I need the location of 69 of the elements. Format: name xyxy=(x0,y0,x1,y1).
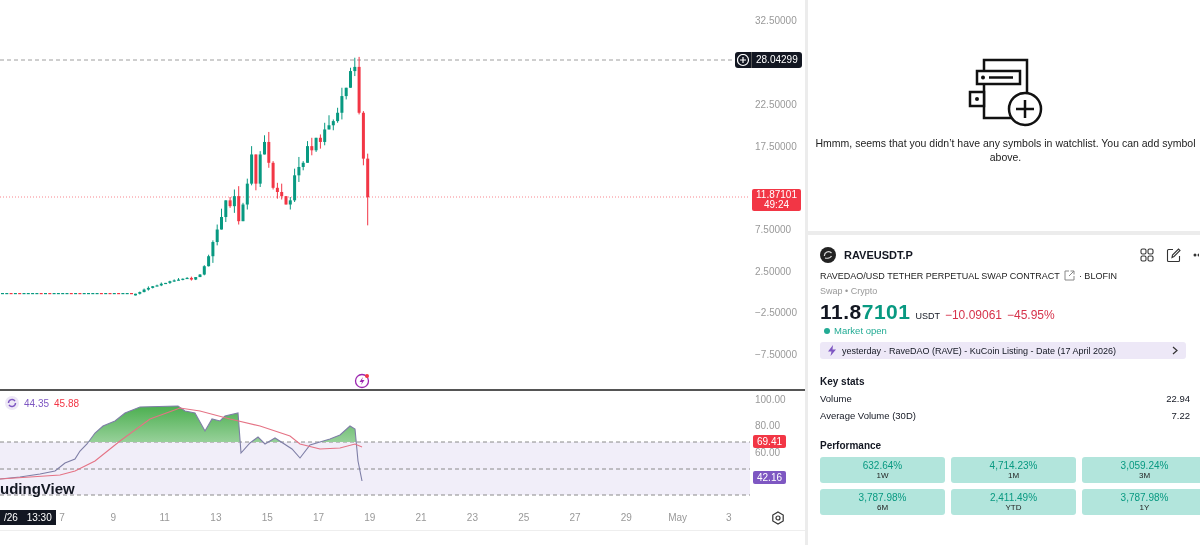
date-label: /26 13:30 xyxy=(0,510,56,525)
last-price-label: 11.87101 xyxy=(756,190,797,200)
axis-label: 32.50000 xyxy=(755,15,797,26)
axis-label: 7 xyxy=(58,512,66,523)
countdown-label: 49:24 xyxy=(764,200,789,210)
stat-value: 22.94 xyxy=(1166,393,1190,404)
axis-label: 3 xyxy=(725,512,733,523)
axis-label: 17.50000 xyxy=(755,141,797,152)
performance-period: YTD xyxy=(1005,503,1022,512)
axis-label: 100.00 xyxy=(755,394,786,405)
symbol-description: RAVEDAO/USD TETHER PERPETUAL SWAP CONTRACT xyxy=(820,270,1060,281)
performance-period: 3M xyxy=(1138,471,1151,480)
chart-logo-text: udingView xyxy=(0,480,75,497)
performance-value: 3,787.98% xyxy=(1120,492,1169,503)
symbol-ticker: RAVEUSDT.P xyxy=(844,249,913,261)
section-title: Key stats xyxy=(820,376,866,387)
axis-label: 60.00 xyxy=(755,447,781,458)
stat-label: Average Volume (30D) xyxy=(820,410,916,421)
percent-change: −45.95% xyxy=(1007,308,1055,322)
performance-period: 1W xyxy=(876,471,889,480)
news-headline: yesterday · RaveDAO (RAVE) - KuCoin Listing - Date (17 April 2026) xyxy=(842,345,1116,356)
currency-label: USDT xyxy=(915,311,940,321)
axis-label: 25 xyxy=(517,512,531,523)
symbol-category: Swap • Crypto xyxy=(820,286,879,296)
performance-period: 6M xyxy=(876,503,889,512)
indicator-value: 44.35 xyxy=(24,397,50,409)
axis-label: 9 xyxy=(109,512,118,523)
indicator-label: 69.41 xyxy=(753,435,787,448)
performance-card[interactable]: 2,411.49% YTD xyxy=(951,489,1076,515)
performance-value: 2,411.49% xyxy=(989,492,1038,503)
indicator-label: 42.16 xyxy=(753,471,787,484)
performance-value: 3,787.98% xyxy=(858,492,907,503)
performance-period: 1Y xyxy=(1139,503,1150,512)
axis-label: 23 xyxy=(465,512,479,523)
performance-period: 1M xyxy=(1007,471,1020,480)
performance-value: 632.64% xyxy=(862,460,903,471)
axis-label: 11 xyxy=(158,512,171,523)
axis-label: 17 xyxy=(311,512,326,523)
axis-label: 7.50000 xyxy=(755,224,792,235)
stat-label: Volume xyxy=(820,393,852,404)
axis-label: May xyxy=(667,512,688,523)
indicator-value: 45.88 xyxy=(54,397,80,409)
last-price: 11.87101 xyxy=(820,300,911,324)
price-change: −10.09061 xyxy=(944,308,1002,322)
performance-card[interactable]: 3,059.24% 3M xyxy=(1082,457,1200,483)
empty-message: Hmmm, seems that you didn’t have any symbols in watchlist. You can add symbol above. xyxy=(814,136,1197,164)
axis-label: 22.50000 xyxy=(755,99,797,110)
axis-label: −2.50000 xyxy=(755,307,797,318)
performance-value: 3,059.24% xyxy=(1120,460,1169,471)
price-label: 28.04299 xyxy=(752,52,802,68)
axis-label: 27 xyxy=(568,512,582,523)
performance-card[interactable]: 4,714.23% 1M xyxy=(951,457,1076,483)
axis-label: 19 xyxy=(363,512,377,523)
news-banner[interactable]: yesterday · RaveDAO (RAVE) - KuCoin Listing - Date (17 April 2026) xyxy=(820,342,1186,359)
performance-value: 4,714.23% xyxy=(989,460,1038,471)
axis-label: 29 xyxy=(619,512,633,523)
axis-label: 2.50000 xyxy=(755,266,792,277)
section-title: Performance xyxy=(820,440,883,451)
axis-label: −7.50000 xyxy=(755,349,797,360)
exchange-name: · BLOFIN xyxy=(1078,270,1117,281)
axis-label: 21 xyxy=(414,512,428,523)
axis-label: 13 xyxy=(209,512,223,523)
performance-card[interactable]: 3,787.98% 1Y xyxy=(1082,489,1200,515)
performance-card[interactable]: 3,787.98% 6M xyxy=(820,489,945,515)
axis-label: 80.00 xyxy=(755,420,781,431)
market-status: Market open xyxy=(834,325,887,336)
performance-card[interactable]: 632.64% 1W xyxy=(820,457,945,483)
stat-value: 7.22 xyxy=(1171,410,1190,421)
axis-label: 15 xyxy=(260,512,274,523)
